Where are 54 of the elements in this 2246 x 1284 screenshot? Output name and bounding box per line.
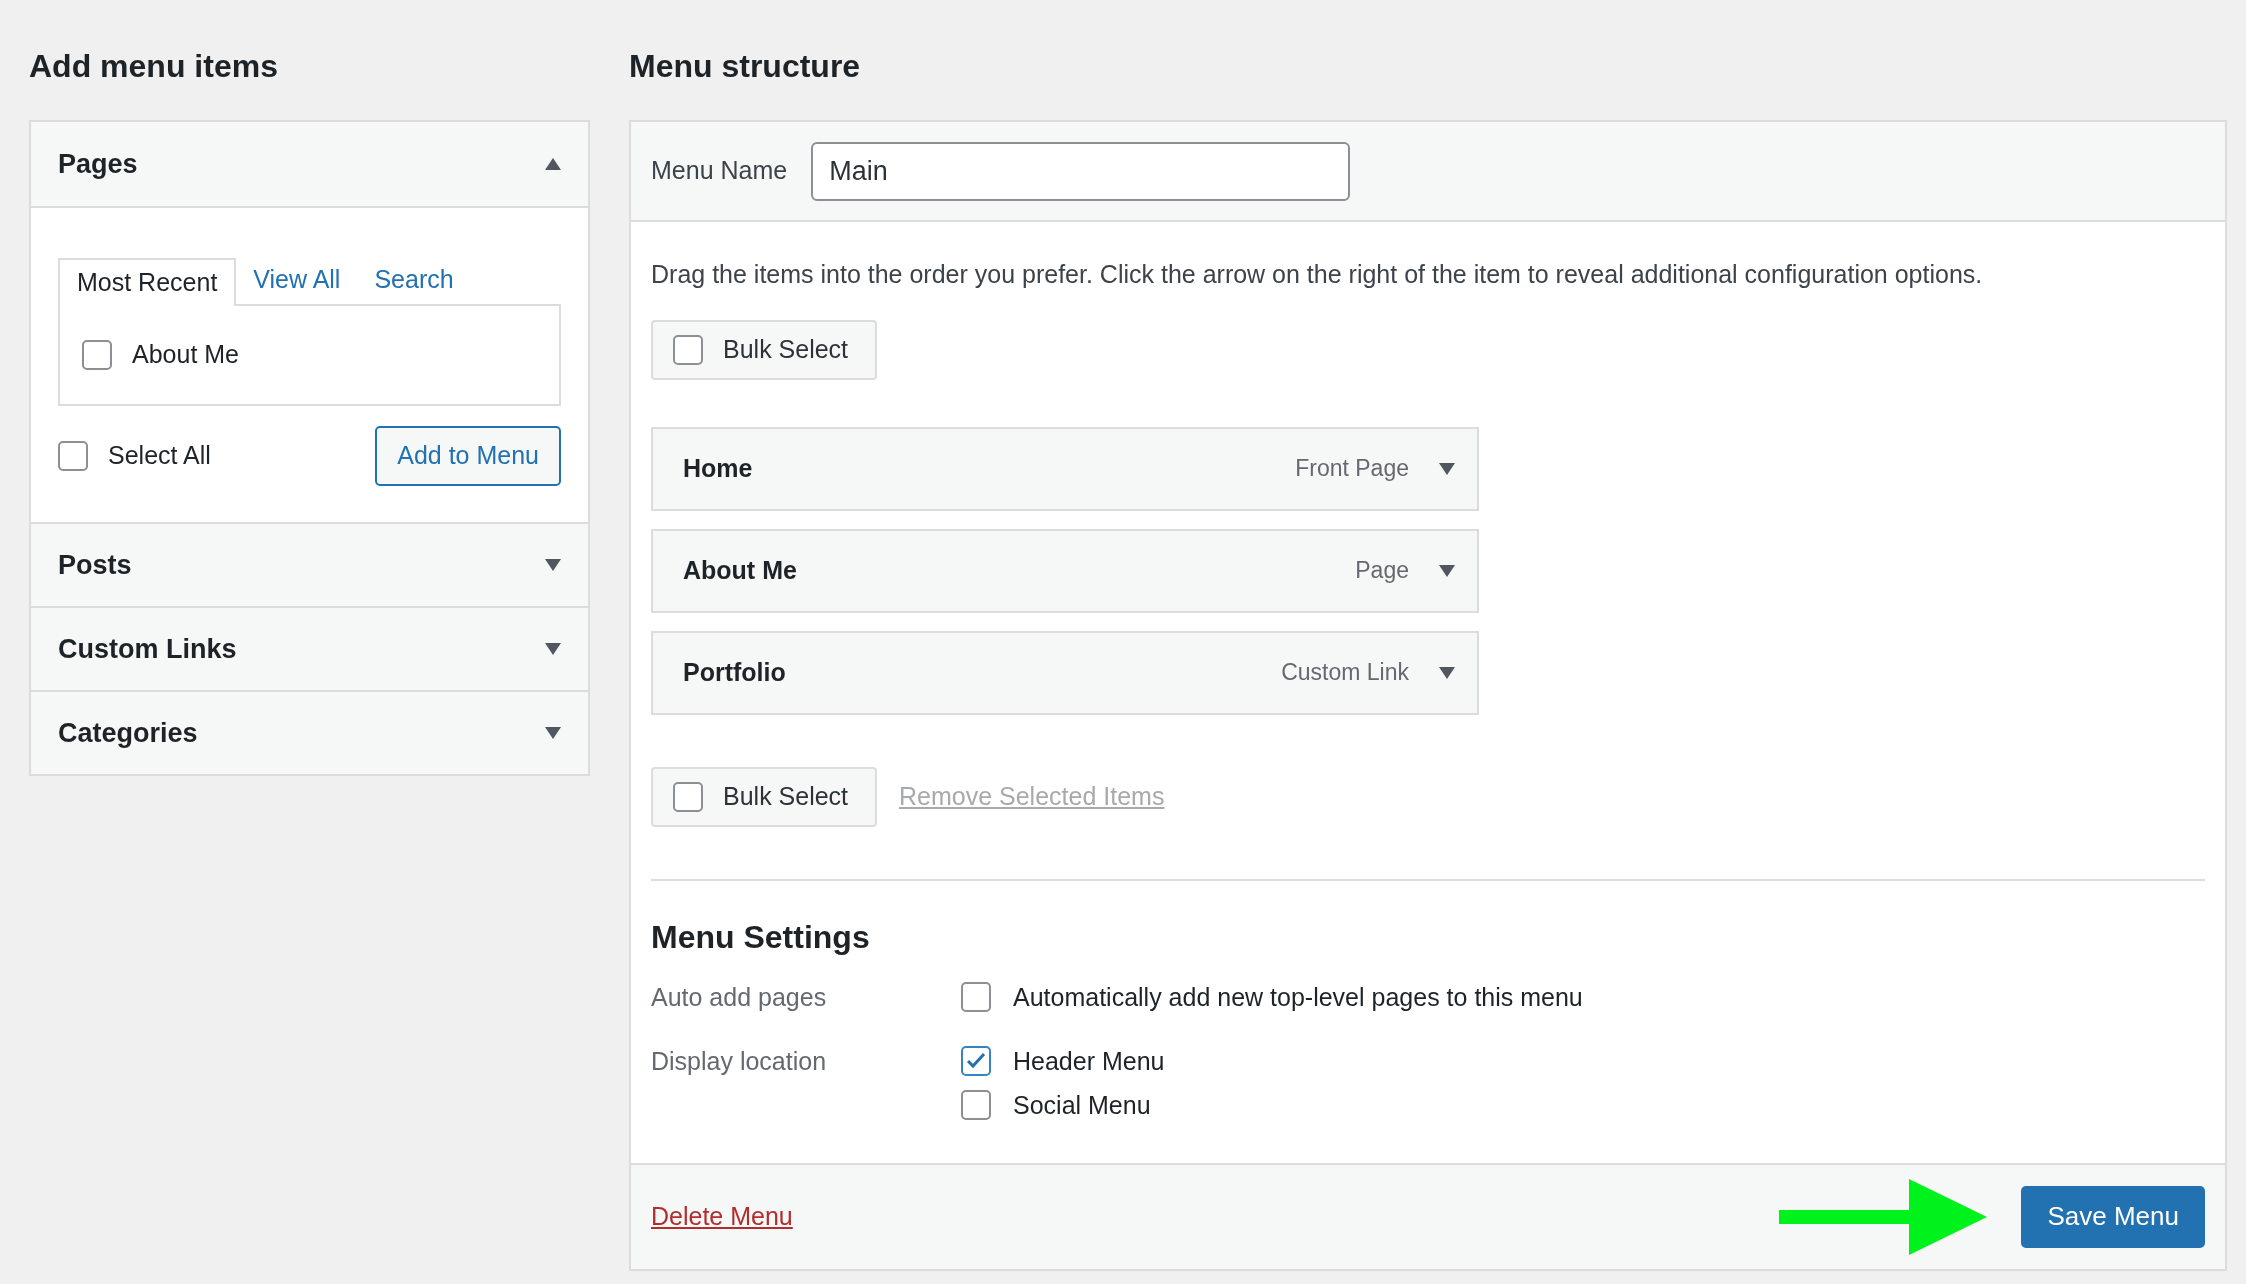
accordion-title: Custom Links <box>58 632 237 666</box>
tab[interactable]: View All <box>236 256 358 304</box>
checkbox-label: Select All <box>108 440 211 472</box>
checkbox-label: Header Menu <box>1013 1045 1165 1077</box>
menu-item-type: Page <box>1355 556 1409 586</box>
caret-down-icon[interactable] <box>1439 666 1455 679</box>
settings-label: Auto add pages <box>651 981 828 1013</box>
accordion-header[interactable]: Posts <box>31 522 588 606</box>
caret-up-icon[interactable] <box>545 158 561 170</box>
menu-item-title: Portfolio <box>683 656 787 688</box>
menu-item[interactable]: About Me Page <box>651 528 1479 613</box>
checkbox-label: Bulk Select <box>723 333 849 365</box>
caret-down-icon[interactable] <box>545 727 561 739</box>
menu-item-type: Custom Link <box>1281 658 1409 688</box>
caret-down-icon[interactable] <box>545 559 561 571</box>
tab[interactable]: Search <box>357 256 471 304</box>
section-heading: Menu structure <box>629 47 862 86</box>
menu-name-field[interactable]: Main <box>811 141 1351 201</box>
menu-item-title: About Me <box>683 554 798 586</box>
checkbox[interactable] <box>82 340 112 370</box>
delete-menu-link[interactable]: Delete Menu <box>651 1197 793 1236</box>
checkbox[interactable] <box>58 441 88 471</box>
checkbox-label: Bulk Select <box>723 780 849 812</box>
save-menu-button[interactable]: Save Menu <box>2021 1185 2205 1248</box>
checkbox-label: Automatically add new top-level pages to this menu <box>1013 981 1583 1013</box>
menu-item-title: Home <box>683 452 754 484</box>
caret-down-icon[interactable] <box>1439 462 1455 475</box>
checkbox[interactable] <box>961 981 991 1012</box>
caret-down-icon[interactable] <box>545 643 561 655</box>
checkbox-label: Social Menu <box>1013 1089 1151 1121</box>
accordion-header[interactable]: Pages <box>31 122 588 206</box>
add-to-menu-button[interactable]: Add to Menu <box>375 426 561 486</box>
accordion-header[interactable]: Custom Links <box>31 606 588 690</box>
instructions-text: Drag the items into the order you prefer. Click the arrow on the right of the item to reveal additional configuration options. <box>651 259 1984 290</box>
accordion-title: Pages <box>58 147 138 181</box>
checkbox[interactable] <box>673 334 703 365</box>
menu-item[interactable]: Portfolio Custom Link <box>651 630 1479 715</box>
checkbox[interactable] <box>961 1045 991 1076</box>
checkbox[interactable] <box>673 781 703 812</box>
accordion-header[interactable]: Categories <box>31 690 588 774</box>
accordion-title: Categories <box>58 716 198 750</box>
field-label: Menu Name <box>651 155 788 187</box>
menu-item[interactable]: Home Front Page <box>651 426 1479 511</box>
section-heading: Add menu items <box>29 47 279 86</box>
settings-heading: Menu Settings <box>651 917 871 957</box>
caret-down-icon[interactable] <box>1439 564 1455 577</box>
accordion-title: Posts <box>58 548 132 582</box>
settings-label: Display location <box>651 1045 828 1077</box>
tab[interactable]: Most Recent <box>58 258 237 306</box>
checkbox[interactable] <box>961 1089 991 1120</box>
checkbox-label: About Me <box>132 339 239 371</box>
bulk-select-button[interactable]: Bulk Select <box>651 319 877 380</box>
bulk-select-button[interactable]: Bulk Select <box>651 766 877 827</box>
menu-item-type: Front Page <box>1295 454 1409 484</box>
